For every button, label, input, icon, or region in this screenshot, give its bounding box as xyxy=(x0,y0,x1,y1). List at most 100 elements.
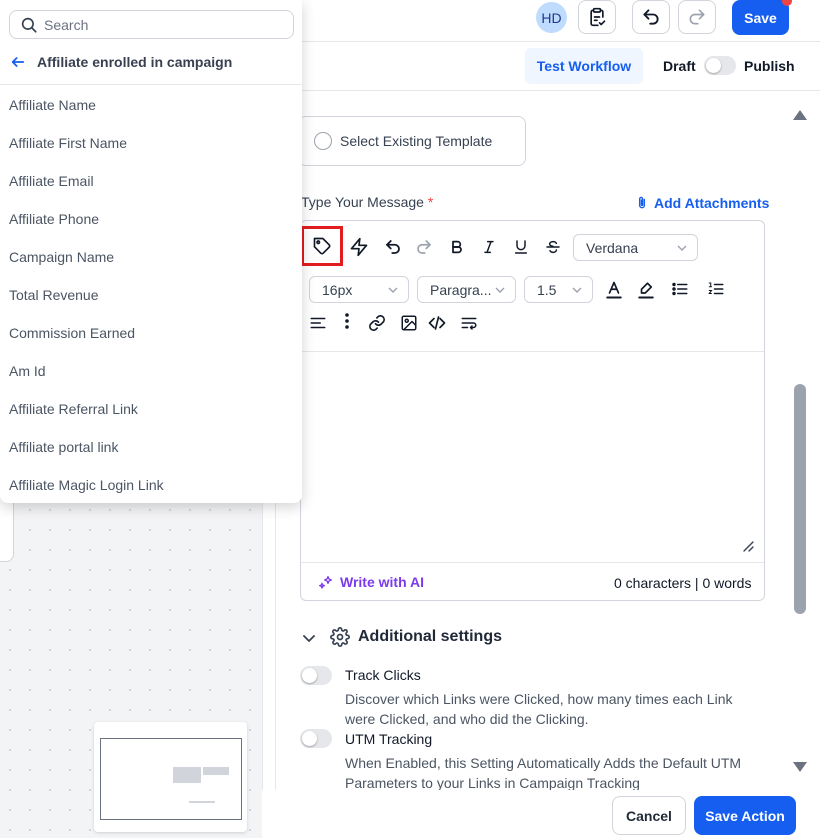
editor-undo-button[interactable] xyxy=(380,234,406,260)
more-options-button[interactable] xyxy=(334,308,360,334)
underline-button[interactable] xyxy=(508,234,534,260)
more-vertical-icon xyxy=(344,312,350,330)
block-format-value: Paragra... xyxy=(430,281,492,298)
italic-icon xyxy=(481,239,497,255)
align-button[interactable] xyxy=(305,310,331,336)
insert-image-button[interactable] xyxy=(396,310,422,336)
sparkles-icon xyxy=(318,574,334,590)
insert-link-button[interactable] xyxy=(364,310,390,336)
custom-value-item[interactable]: Affiliate Phone xyxy=(0,200,302,238)
utm-tracking-description: When Enabled, this Setting Automatically… xyxy=(345,755,742,790)
track-clicks-toggle[interactable] xyxy=(300,666,332,685)
trigger-links-button[interactable] xyxy=(346,234,372,260)
save-action-button[interactable]: Save Action xyxy=(694,796,796,835)
custom-value-item[interactable]: Affiliate Name xyxy=(0,86,302,124)
redo-icon xyxy=(687,7,707,27)
template-radio[interactable] xyxy=(314,132,332,150)
custom-value-item[interactable]: Am Id xyxy=(0,352,302,390)
divider xyxy=(262,90,820,91)
back-button[interactable]: Affiliate enrolled in campaign xyxy=(10,54,232,70)
undo-button[interactable] xyxy=(632,0,670,34)
search-box[interactable] xyxy=(9,10,294,39)
font-size-select[interactable]: 16px xyxy=(309,276,409,303)
add-attachments-link[interactable]: Add Attachments xyxy=(635,195,769,211)
text-wrap-button[interactable] xyxy=(456,310,482,336)
notes-button[interactable] xyxy=(578,0,616,34)
undo-icon xyxy=(641,7,661,27)
bold-button[interactable] xyxy=(444,234,470,260)
bullet-list-icon xyxy=(671,280,689,298)
lightning-icon xyxy=(349,237,369,257)
custom-value-item[interactable]: Affiliate Magic Login Link xyxy=(0,466,302,504)
write-with-ai-label: Write with AI xyxy=(340,574,424,590)
line-height-value: 1.5 xyxy=(537,281,557,298)
custom-value-item[interactable]: Affiliate portal link xyxy=(0,428,302,466)
numbered-list-button[interactable] xyxy=(703,276,729,302)
undo-icon xyxy=(384,238,402,256)
publish-label: Publish xyxy=(744,58,795,74)
custom-value-item[interactable]: Commission Earned xyxy=(0,314,302,352)
gear-icon xyxy=(330,627,350,647)
minimap-node xyxy=(173,767,201,783)
test-workflow-button[interactable]: Test Workflow xyxy=(525,48,643,84)
chevron-down-icon xyxy=(388,285,398,295)
text-color-button[interactable] xyxy=(601,277,627,303)
track-clicks-title: Track Clicks xyxy=(345,667,421,683)
custom-value-item[interactable]: Total Revenue xyxy=(0,276,302,314)
highlighter-icon xyxy=(637,280,655,300)
paperclip-icon xyxy=(635,195,649,211)
font-size-value: 16px xyxy=(322,281,353,298)
custom-value-item[interactable]: Affiliate Email xyxy=(0,162,302,200)
draft-label: Draft xyxy=(663,58,696,74)
write-with-ai-button[interactable]: Write with AI xyxy=(318,574,424,590)
chevron-down-icon xyxy=(495,285,505,295)
scrollbar-thumb[interactable] xyxy=(794,384,806,614)
redo-icon xyxy=(415,238,433,256)
divider xyxy=(301,562,764,563)
utm-tracking-title: UTM Tracking xyxy=(345,731,433,747)
strikethrough-icon xyxy=(545,239,561,255)
track-clicks-description: Discover which Links were Clicked, how m… xyxy=(345,691,733,727)
divider xyxy=(0,84,302,85)
collapse-chevron-icon[interactable] xyxy=(301,630,317,646)
italic-button[interactable] xyxy=(476,234,502,260)
source-code-button[interactable] xyxy=(424,310,450,336)
underline-icon xyxy=(513,239,529,255)
font-family-select[interactable]: Verdana xyxy=(573,234,698,261)
minimap-node xyxy=(203,767,229,775)
line-height-select[interactable]: 1.5 xyxy=(524,276,593,303)
custom-value-item[interactable]: Affiliate First Name xyxy=(0,124,302,162)
search-input[interactable] xyxy=(44,16,284,33)
publish-toggle[interactable] xyxy=(704,56,736,75)
additional-settings-title: Additional settings xyxy=(358,628,502,645)
character-count: 0 characters | 0 words xyxy=(614,575,752,591)
editor-redo-button[interactable] xyxy=(411,234,437,260)
custom-value-item[interactable]: Affiliate Referral Link xyxy=(0,390,302,428)
template-option-label: Select Existing Template xyxy=(340,133,493,149)
cancel-button[interactable]: Cancel xyxy=(612,796,686,835)
block-format-select[interactable]: Paragra... xyxy=(417,276,516,303)
minimap-viewport xyxy=(100,738,242,820)
user-avatar[interactable]: HD xyxy=(536,2,567,33)
required-mark: * xyxy=(427,194,434,210)
bold-icon xyxy=(449,239,465,255)
numbered-list-icon xyxy=(707,280,725,298)
bullet-list-button[interactable] xyxy=(667,276,693,302)
chevron-down-icon xyxy=(572,285,582,295)
font-family-value: Verdana xyxy=(586,239,639,256)
save-button[interactable]: Save xyxy=(732,0,789,35)
custom-value-item[interactable]: Campaign Name xyxy=(0,238,302,276)
utm-tracking-toggle[interactable] xyxy=(300,729,332,748)
scroll-up-arrow-icon[interactable] xyxy=(793,110,807,120)
text-color-icon xyxy=(605,280,623,300)
minimap-node xyxy=(189,801,215,803)
resize-handle-icon[interactable] xyxy=(742,540,754,552)
highlight-color-button[interactable] xyxy=(633,277,659,303)
canvas-minimap[interactable] xyxy=(94,722,247,832)
scroll-down-arrow-icon[interactable] xyxy=(793,762,807,772)
custom-values-dropdown: Affiliate enrolled in campaign Affiliate… xyxy=(0,0,302,503)
add-attachments-label: Add Attachments xyxy=(654,195,770,211)
redo-button[interactable] xyxy=(678,0,716,34)
strikethrough-button[interactable] xyxy=(540,234,566,260)
code-icon xyxy=(428,314,446,332)
